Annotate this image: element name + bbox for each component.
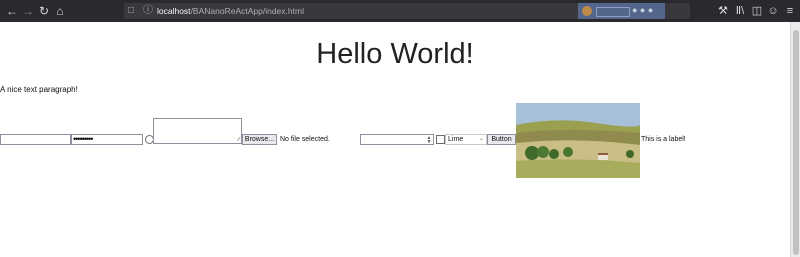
file-status-text: No file selected. [280,136,330,143]
tree [549,149,559,159]
chevron-down-icon: ⌄ [478,136,484,142]
page-heading: Hello World! [316,38,474,70]
farmhouse [598,155,608,160]
button[interactable]: Button [487,134,516,145]
text-input[interactable] [0,134,71,145]
color-select[interactable]: Lime ⌄ [445,134,487,145]
address-bar-overlay: ● ● ● [578,3,665,19]
wrench-icon[interactable]: ⚒ [715,3,731,19]
url-text[interactable]: localhost/BANanoReActApp/index.html [157,3,304,19]
resize-grip-icon[interactable]: ∕∕ [238,137,240,143]
password-input[interactable]: ••••••••• [71,134,143,145]
overlay-icons: ● ● ● [632,5,654,15]
library-icon[interactable]: Ⅱ\ [732,3,748,19]
scrollbar-thumb[interactable] [793,30,799,255]
browse-button[interactable]: Browse... [242,134,277,145]
overlay-dot [582,6,592,16]
hamburger-menu-icon[interactable]: ≡ [782,3,798,19]
number-input[interactable]: ▲ ▼ [360,134,434,145]
url-path: /BANanoReActApp/index.html [190,6,304,16]
account-icon[interactable]: ☺ [765,3,781,19]
spinner-icon[interactable]: ▲ ▼ [426,136,432,145]
url-host: localhost [157,6,191,16]
checkbox[interactable] [436,135,445,144]
textarea[interactable]: ∕∕ [153,118,242,144]
foreground-field [516,159,640,178]
tree [525,146,539,160]
page-icon[interactable]: □ [128,3,134,19]
home-icon[interactable]: ⌂ [52,3,68,19]
text-paragraph: A nice text paragraph! [0,85,78,94]
info-icon[interactable]: ⓘ [143,3,153,19]
farmhouse-roof [598,153,608,155]
overlay-field [596,7,630,17]
back-arrow-icon[interactable]: ← [4,3,20,19]
forward-arrow-icon[interactable]: → [20,3,36,19]
reload-icon[interactable]: ↻ [36,3,52,19]
select-value: Lime [448,136,464,143]
vertical-scrollbar[interactable] [790,22,800,257]
landscape-image [516,103,640,178]
browser-toolbar: ← → ↻ ⌂ □ ⓘ localhost/BANanoReActApp/ind… [0,0,800,22]
label-text: This is a label! [641,136,686,143]
tree [537,146,549,158]
tree [626,150,634,158]
tree [563,147,573,157]
sidebar-icon[interactable]: ◫ [749,3,765,19]
